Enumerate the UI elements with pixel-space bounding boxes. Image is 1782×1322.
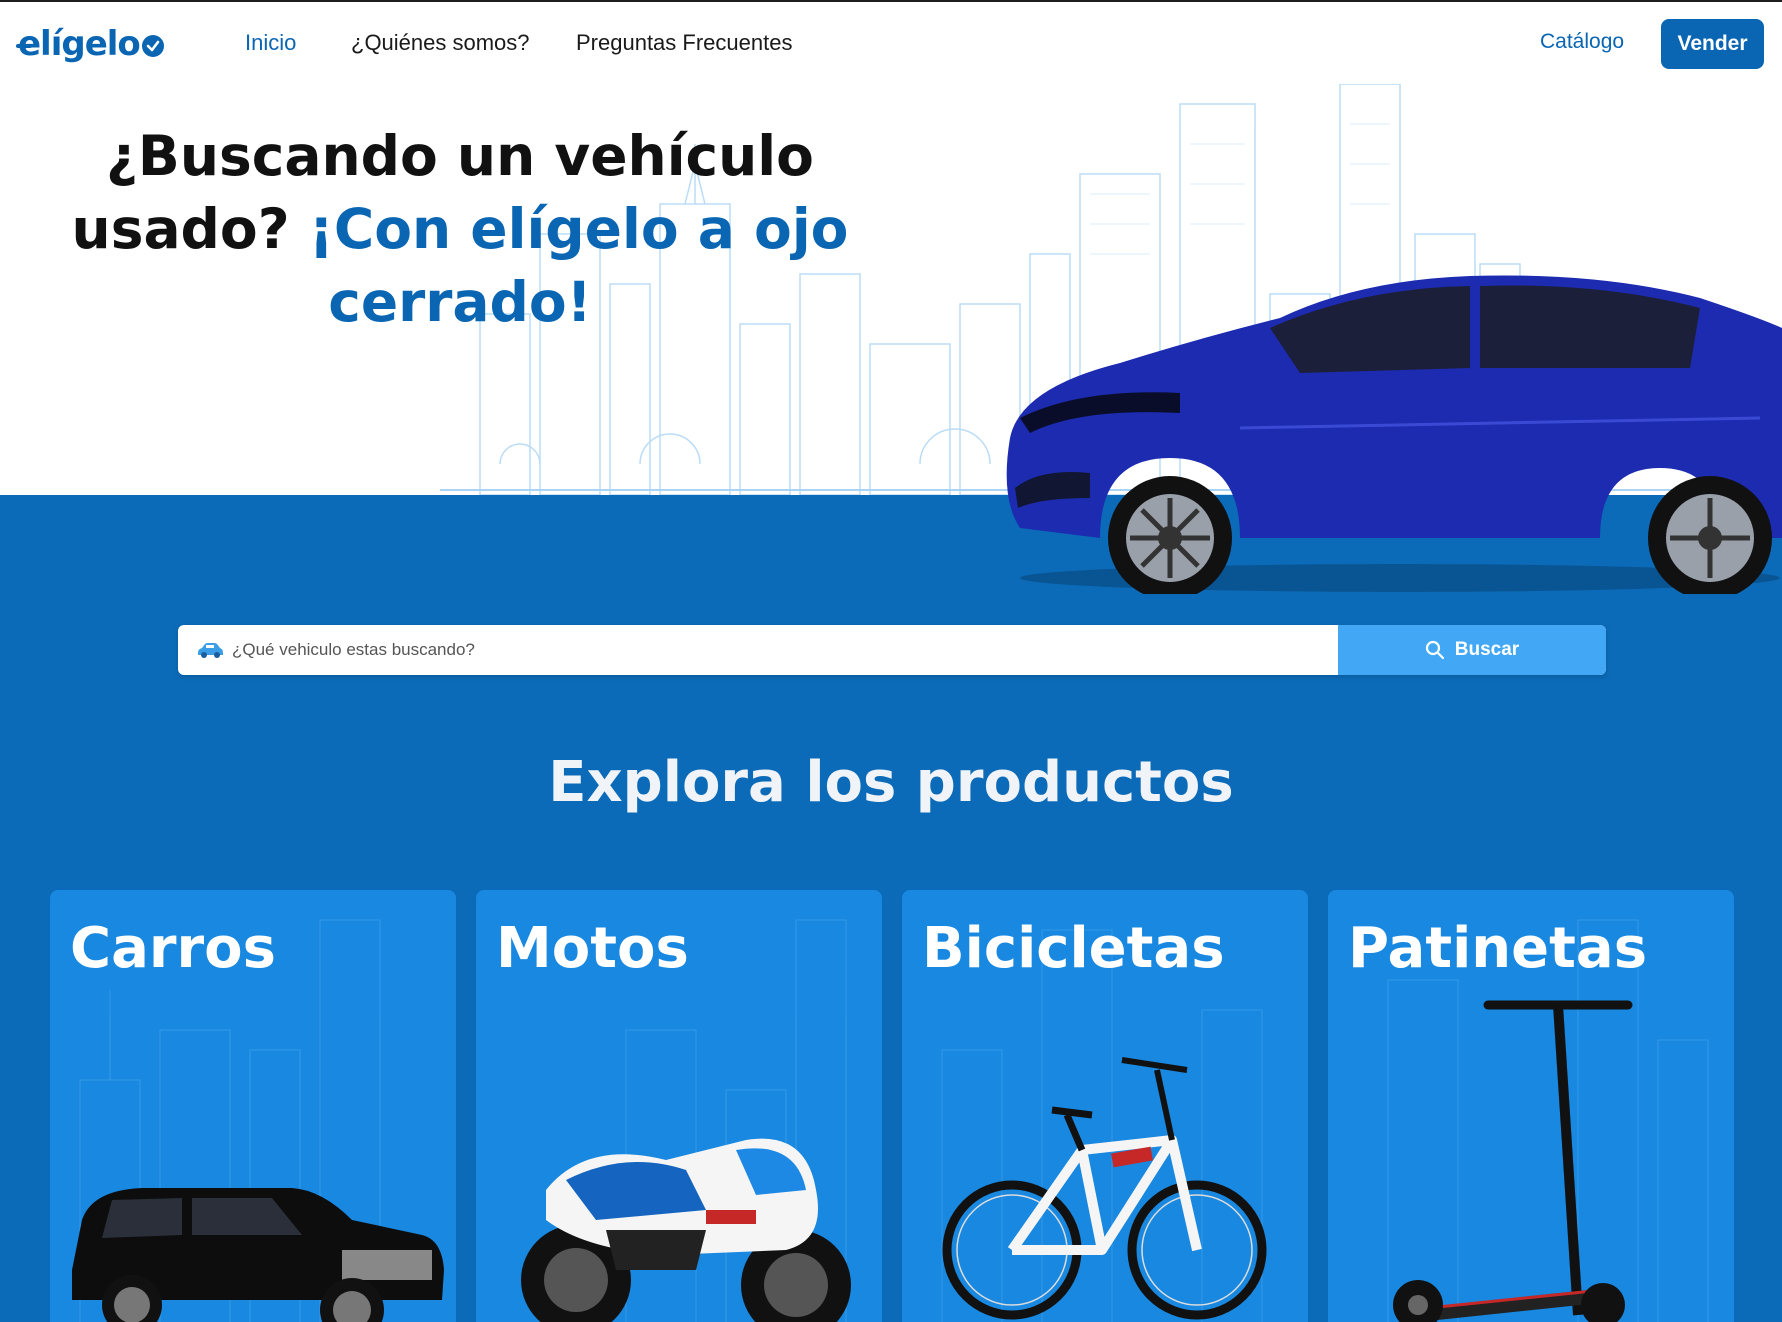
- nav-link-preguntas-frecuentes[interactable]: Preguntas Frecuentes: [576, 30, 792, 56]
- electric-scooter-image: [1393, 1000, 1633, 1322]
- product-card-carros[interactable]: Carros: [50, 890, 456, 1322]
- logo-check-icon: [141, 35, 164, 57]
- card-title-bicicletas: Bicicletas: [922, 916, 1225, 981]
- logo-swoosh: [16, 44, 32, 48]
- nav-link-catalogo[interactable]: Catálogo: [1540, 30, 1624, 54]
- product-card-motos[interactable]: Motos: [476, 890, 882, 1322]
- card-title-motos: Motos: [496, 916, 689, 981]
- logo-text: elígelo: [18, 24, 141, 64]
- motorcycle-image: [521, 1138, 851, 1322]
- car-icon: [178, 625, 232, 675]
- nav-link-inicio[interactable]: Inicio: [245, 30, 296, 56]
- page: elígelo Inicio ¿Quiénes somos? Preguntas…: [0, 0, 1782, 1322]
- product-card-bicicletas[interactable]: Bicicletas: [902, 890, 1308, 1322]
- product-card-patinetas[interactable]: Patinetas: [1328, 890, 1734, 1322]
- hero-title-highlight: ¡Con elígelo a ojo cerrado!: [308, 197, 849, 334]
- card-title-patinetas: Patinetas: [1348, 916, 1648, 981]
- vender-button[interactable]: Vender: [1661, 19, 1764, 69]
- nav-link-quienes-somos[interactable]: ¿Quiénes somos?: [351, 30, 530, 56]
- hero-title: ¿Buscando un vehículo usado? ¡Con elígel…: [60, 120, 860, 339]
- products-heading: Explora los productos: [548, 750, 1234, 815]
- brand-logo[interactable]: elígelo: [16, 24, 164, 64]
- suv-image: [72, 1188, 444, 1322]
- vehicle-search-input[interactable]: [232, 625, 1338, 675]
- card-title-carros: Carros: [70, 916, 276, 981]
- buscar-button[interactable]: Buscar: [1338, 625, 1606, 675]
- blue-sedan-image: [1006, 275, 1782, 594]
- search-icon: [1425, 640, 1444, 660]
- buscar-label: Buscar: [1454, 639, 1520, 660]
- bicycle-image: [942, 1057, 1267, 1320]
- top-navigation: elígelo Inicio ¿Quiénes somos? Preguntas…: [0, 2, 1782, 84]
- vehicle-search-bar: Buscar: [178, 625, 1606, 675]
